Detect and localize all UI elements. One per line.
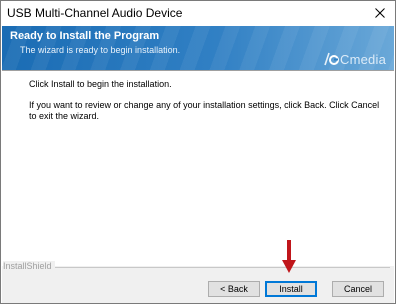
- red-down-arrow-icon: [282, 240, 296, 273]
- install-button[interactable]: Install: [265, 281, 317, 297]
- banner-heading: Ready to Install the Program: [10, 30, 160, 42]
- title-bar: USB Multi-Channel Audio Device: [1, 1, 395, 25]
- instruction-text: Click Install to begin the installation.: [29, 79, 172, 89]
- installshield-label: InstallShield: [3, 261, 55, 271]
- cmedia-logo-icon: [324, 52, 339, 66]
- banner-subheading: The wizard is ready to begin installatio…: [20, 45, 181, 55]
- button-bar: InstallShield < Back Install Cancel: [2, 261, 394, 303]
- close-icon: [375, 8, 385, 18]
- header-banner: Ready to Install the Program The wizard …: [2, 26, 394, 70]
- close-button[interactable]: [365, 1, 395, 25]
- main-content: Click Install to begin the installation.…: [2, 71, 394, 266]
- installer-window: USB Multi-Channel Audio Device Ready to …: [0, 0, 396, 304]
- back-button[interactable]: < Back: [208, 281, 260, 297]
- footer-divider: [52, 267, 390, 268]
- brand-logo: Cmedia: [323, 51, 386, 67]
- brand-name: Cmedia: [340, 51, 386, 67]
- window-title: USB Multi-Channel Audio Device: [7, 6, 183, 20]
- review-instruction-text: If you want to review or change any of y…: [29, 100, 380, 121]
- cancel-button[interactable]: Cancel: [332, 281, 384, 297]
